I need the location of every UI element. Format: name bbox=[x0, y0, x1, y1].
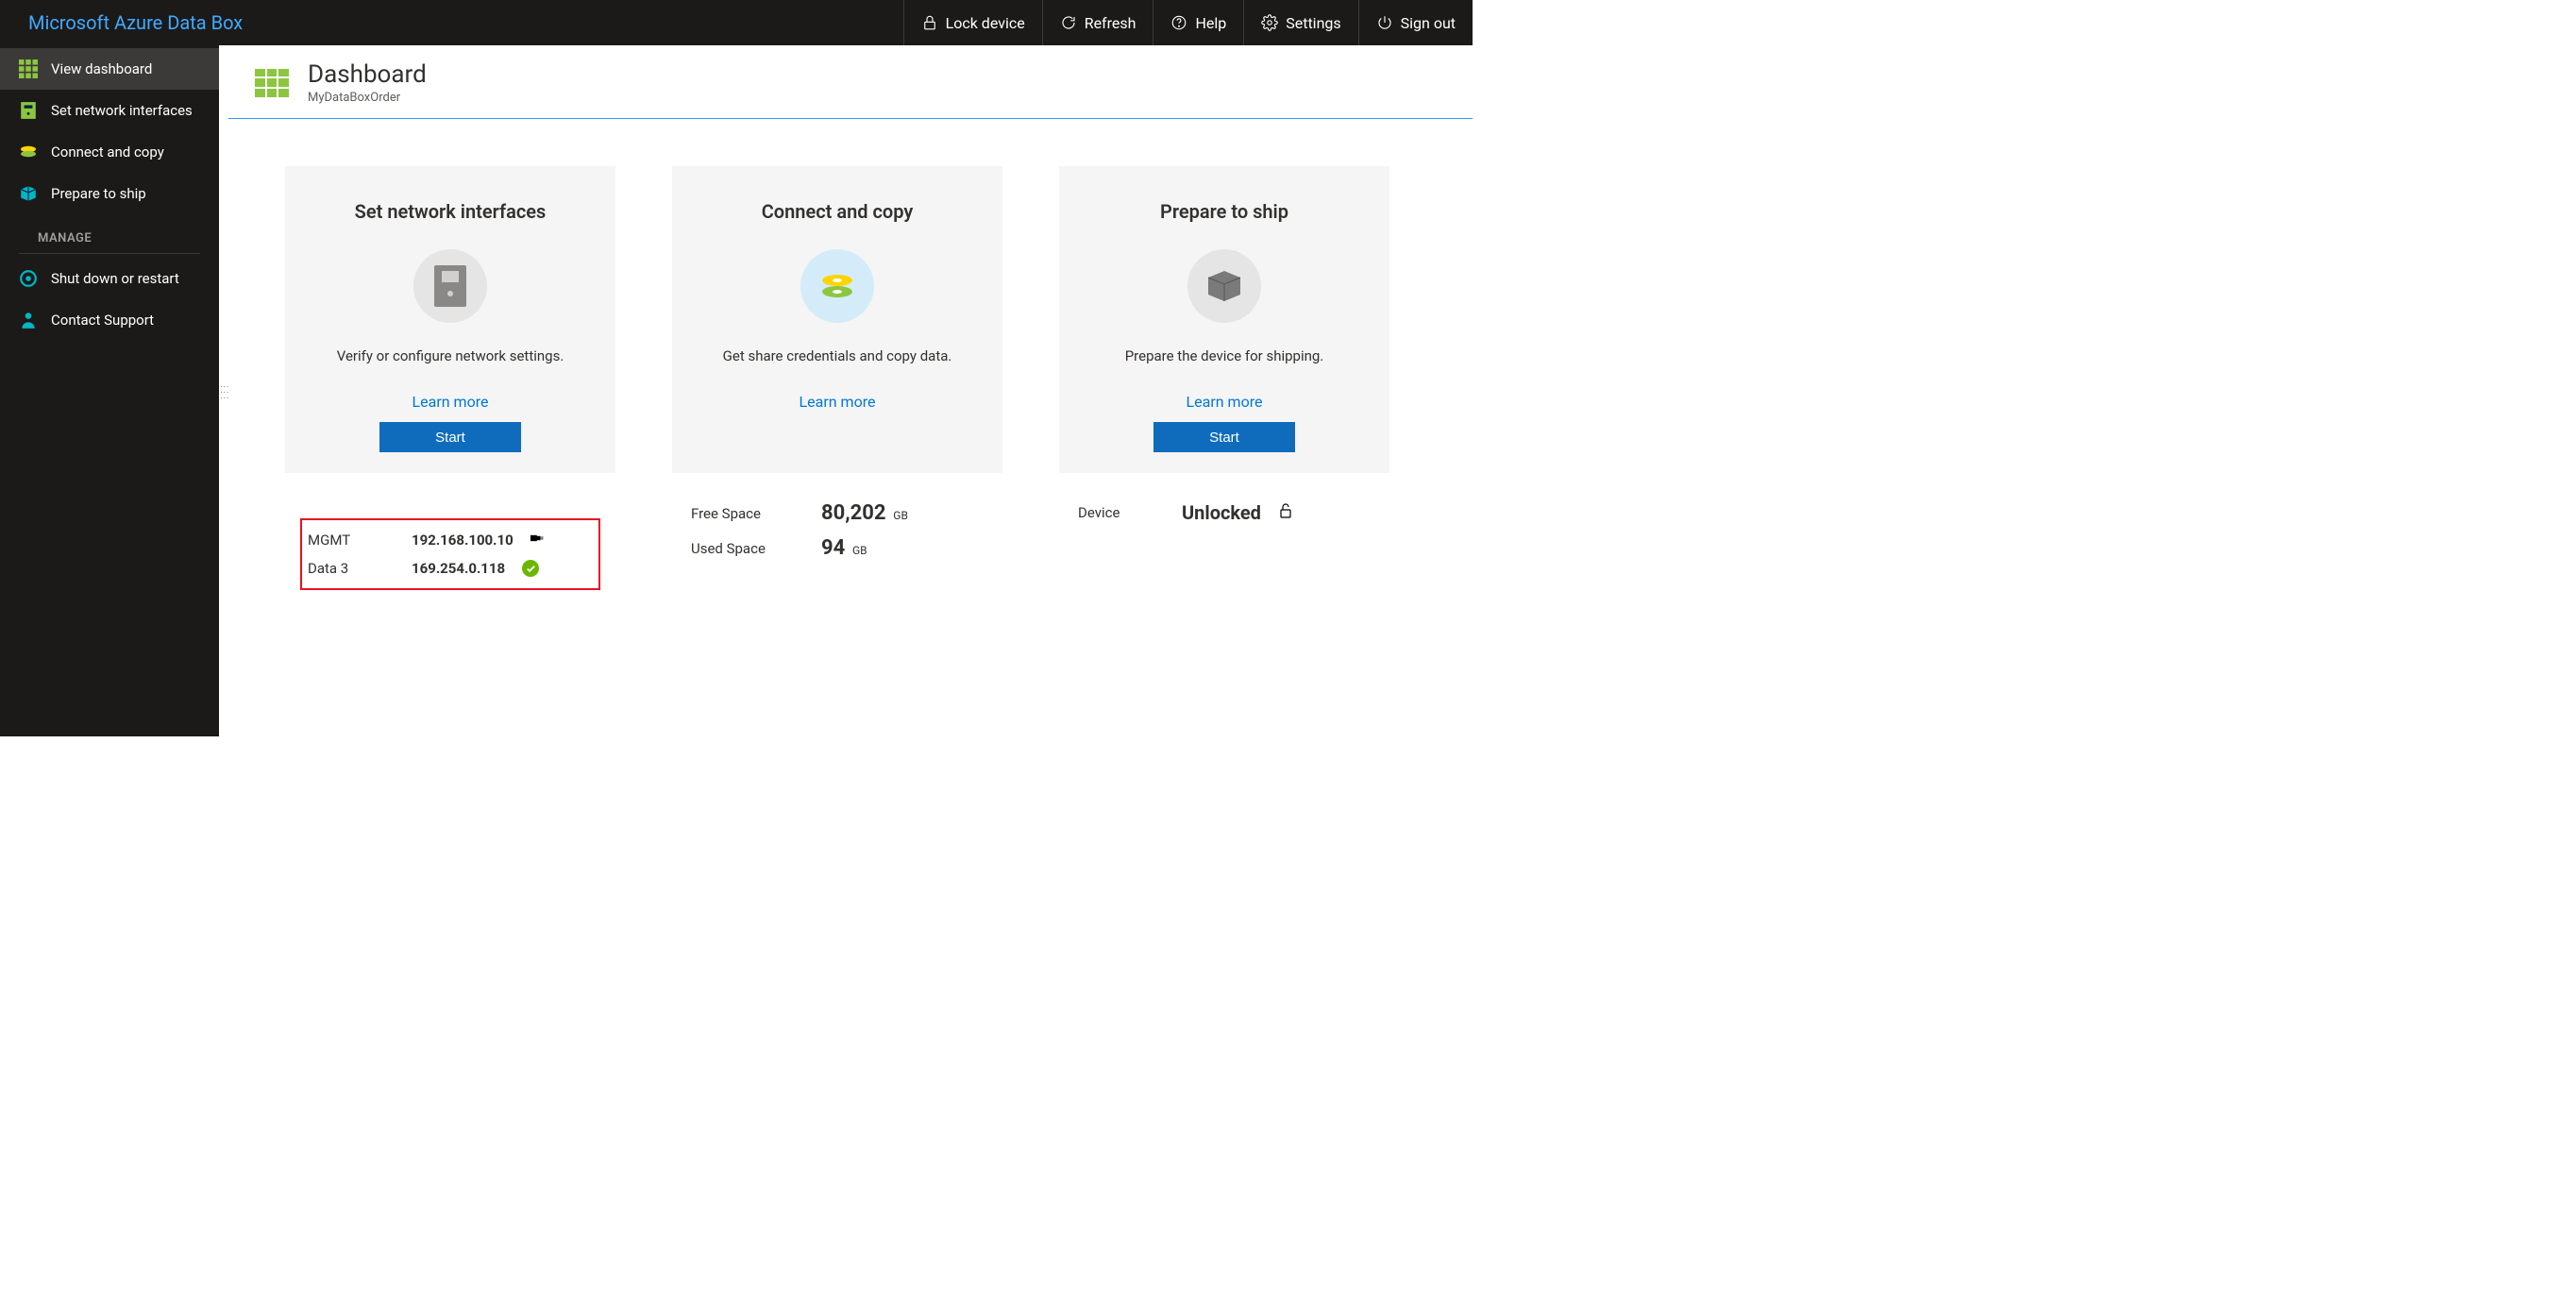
network-highlight-box: MGMT 192.168.100.10 Data 3 169.254.0.118 bbox=[300, 518, 600, 590]
used-space-value: 94 bbox=[821, 536, 845, 560]
unlock-icon bbox=[1278, 502, 1295, 523]
sidebar-item-support[interactable]: Contact Support bbox=[0, 299, 219, 341]
sidebar: View dashboard Set network interfaces Co… bbox=[0, 45, 219, 736]
gear-icon bbox=[1261, 14, 1278, 31]
person-icon bbox=[19, 311, 38, 329]
sidebar-item-network[interactable]: Set network interfaces bbox=[0, 90, 219, 131]
signout-button[interactable]: Sign out bbox=[1358, 0, 1473, 45]
help-button[interactable]: Help bbox=[1153, 0, 1243, 45]
used-space-label: Used Space bbox=[691, 540, 804, 557]
disks-illustration-icon bbox=[800, 249, 874, 323]
cog-icon bbox=[19, 269, 38, 288]
card-connect-copy: Connect and copy Get share credentials a… bbox=[672, 166, 1002, 689]
start-button[interactable]: Start bbox=[379, 422, 521, 452]
device-status: Unlocked bbox=[1182, 501, 1261, 524]
nic-ip: 169.254.0.118 bbox=[412, 560, 505, 577]
nic-name: Data 3 bbox=[308, 560, 395, 577]
topbar: Microsoft Azure Data Box Lock device Ref… bbox=[0, 0, 1473, 45]
page-subtitle: MyDataBoxOrder bbox=[308, 91, 427, 105]
signout-label: Sign out bbox=[1401, 14, 1456, 32]
sidebar-item-label: View dashboard bbox=[51, 60, 152, 77]
sidebar-item-label: Prepare to ship bbox=[51, 185, 146, 202]
settings-button[interactable]: Settings bbox=[1243, 0, 1357, 45]
refresh-button[interactable]: Refresh bbox=[1042, 0, 1153, 45]
refresh-label: Refresh bbox=[1085, 14, 1136, 32]
power-icon bbox=[1376, 14, 1393, 31]
card-network: Set network interfaces Verify or configu… bbox=[285, 166, 615, 689]
card-prepare-ship: Prepare to ship Prepare the device for s… bbox=[1059, 166, 1389, 689]
page-title: Dashboard bbox=[308, 60, 427, 89]
settings-label: Settings bbox=[1286, 14, 1340, 32]
sidebar-item-label: Set network interfaces bbox=[51, 102, 193, 119]
sidebar-item-view-dashboard[interactable]: View dashboard bbox=[0, 48, 219, 90]
help-icon bbox=[1170, 14, 1187, 31]
sidebar-item-shutdown[interactable]: Shut down or restart bbox=[0, 258, 219, 299]
check-icon bbox=[522, 560, 539, 577]
lock-device-button[interactable]: Lock device bbox=[903, 0, 1042, 45]
sidebar-resize-handle[interactable]: ⋮⋮⋮ bbox=[219, 45, 228, 736]
sidebar-item-prepare-ship[interactable]: Prepare to ship bbox=[0, 173, 219, 214]
box-icon bbox=[19, 184, 38, 203]
sidebar-item-label: Shut down or restart bbox=[51, 270, 179, 287]
help-label: Help bbox=[1195, 14, 1226, 32]
grid-icon bbox=[19, 59, 38, 78]
free-space-label: Free Space bbox=[691, 505, 804, 522]
network-row-data3: Data 3 169.254.0.118 bbox=[308, 560, 593, 577]
topbar-actions: Lock device Refresh Help Settings Sign o… bbox=[903, 0, 1473, 45]
main-content: Dashboard MyDataBoxOrder Set network int… bbox=[228, 45, 1473, 736]
server-icon bbox=[19, 101, 38, 120]
disk-icon bbox=[19, 143, 38, 161]
nic-name: MGMT bbox=[308, 532, 395, 549]
page-header: Dashboard MyDataBoxOrder bbox=[228, 45, 1473, 119]
dashboard-icon bbox=[255, 69, 289, 97]
lock-icon bbox=[921, 14, 938, 31]
brand-title: Microsoft Azure Data Box bbox=[0, 11, 243, 34]
card-desc: Get share credentials and copy data. bbox=[691, 347, 984, 364]
server-illustration-icon bbox=[413, 249, 487, 323]
card-desc: Prepare the device for shipping. bbox=[1078, 347, 1371, 364]
card-title: Prepare to ship bbox=[1078, 200, 1371, 223]
used-space-row: Used Space 94 GB bbox=[691, 536, 984, 560]
plug-icon bbox=[530, 532, 547, 549]
refresh-icon bbox=[1060, 14, 1077, 31]
free-space-unit: GB bbox=[893, 509, 908, 522]
sidebar-item-label: Contact Support bbox=[51, 312, 154, 329]
device-status-row: Device Unlocked bbox=[1078, 501, 1371, 524]
lock-label: Lock device bbox=[946, 14, 1025, 32]
used-space-unit: GB bbox=[852, 544, 867, 557]
card-desc: Verify or configure network settings. bbox=[304, 347, 597, 364]
nic-ip: 192.168.100.10 bbox=[412, 532, 514, 549]
sidebar-item-label: Connect and copy bbox=[51, 144, 164, 161]
start-button[interactable]: Start bbox=[1153, 422, 1295, 452]
learn-more-link[interactable]: Learn more bbox=[691, 393, 984, 411]
sidebar-section-manage: MANAGE bbox=[19, 214, 200, 254]
sidebar-item-connect-copy[interactable]: Connect and copy bbox=[0, 131, 219, 173]
card-title: Set network interfaces bbox=[304, 200, 597, 223]
card-title: Connect and copy bbox=[691, 200, 984, 223]
network-row-mgmt: MGMT 192.168.100.10 bbox=[308, 532, 593, 549]
free-space-value: 80,202 bbox=[821, 501, 886, 525]
learn-more-link[interactable]: Learn more bbox=[1078, 393, 1371, 411]
package-illustration-icon bbox=[1187, 249, 1261, 323]
device-label: Device bbox=[1078, 504, 1165, 521]
free-space-row: Free Space 80,202 GB bbox=[691, 501, 984, 525]
learn-more-link[interactable]: Learn more bbox=[304, 393, 597, 411]
